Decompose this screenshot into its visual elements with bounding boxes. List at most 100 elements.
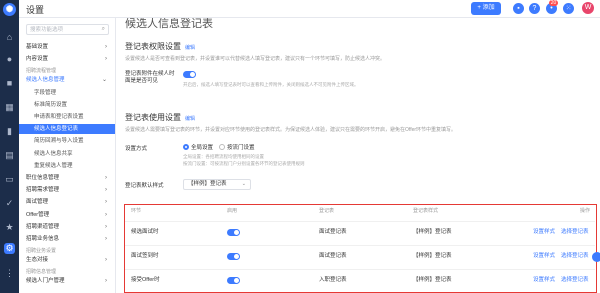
briefcase-icon[interactable]: ■ [4,78,15,89]
chevron-icon: › [105,211,107,218]
mode-all-radio[interactable]: 全局设置 [183,143,213,151]
table-name-cell: 面试登记表 [319,253,347,259]
sidebar-item[interactable]: 职位信息管理 › [19,173,115,183]
sidebar-item[interactable]: Offer管理 › [19,210,115,220]
col-header-style: 登记表样式 [413,208,439,214]
sidebar-item-label: 候选人门户管理 [26,278,65,285]
perm-description: 设置候选人是否可查看到登记表，并设置谁可以代替候选人填写登记表，建议只有一个环节… [125,56,386,62]
sidebar-item-label: Offer管理 [26,211,50,218]
sidebar-item[interactable]: 申请表和登记表设置 [19,112,115,122]
sidebar-item-label: 基础设置 [26,44,49,50]
apps-icon[interactable]: ⁙ [563,3,574,14]
mode-flow-radio[interactable]: 按流门设置 [219,143,255,151]
settings-icon[interactable]: ⚙ [4,243,15,254]
sidebar-item[interactable]: 候选人门户管理 › [19,276,115,286]
home-icon[interactable]: ⌂ [4,32,15,43]
document-icon[interactable]: ▤ [4,150,15,161]
sidebar-item[interactable]: 招聘需求管理 › [19,185,115,195]
notification-badge: 20 [549,0,558,6]
page-title: 候选人信息登记表 [125,18,213,30]
sidebar-item[interactable]: 候选人信息登记表 [19,124,115,135]
sidebar-item[interactable]: 招聘业务信息 › [19,234,115,244]
sidebar-item-label: 候选人信息共享 [34,150,73,157]
search-input[interactable]: 搜索功能选项 ⌕ [26,24,109,35]
chevron-icon: › [105,223,107,230]
sidebar-item[interactable]: 简历回溯与导入设置 [19,136,115,146]
enable-toggle[interactable] [227,277,240,284]
sidebar-item-label: 生态对接 [26,257,49,264]
chevron-icon: › [105,278,107,285]
sidebar-item-label: 简历回溯与导入设置 [34,138,84,145]
sidebar-item-label: 招聘业务信息 [26,236,60,242]
float-help-button[interactable] [592,252,600,262]
sidebar-item-label: 招聘渠道管理 [26,223,60,230]
stage-cell: 候选面试时 [131,229,159,235]
settings-sidebar: 搜索功能选项 ⌕ 基础设置 › 内容设置 › 招聘流程管理 候选人信息管理 ⌄ 字段管理 标准简历… [19,18,116,293]
chevron-icon: › [105,236,107,242]
set-style-link[interactable]: 设置样式 [533,222,555,242]
people-icon[interactable]: ● [4,54,15,65]
sidebar-item-label: 招聘需求管理 [26,187,60,194]
sidebar-item-label: 候选人信息登记表 [34,126,79,133]
choose-table-link[interactable]: 选择登记表 [561,270,589,290]
chart-icon[interactable]: ▮ [4,126,15,137]
stage-cell: 面试签到时 [131,253,159,259]
sidebar-item[interactable]: 招聘渠道管理 › [19,222,115,232]
sidebar-item[interactable]: 生态对接 › [19,255,115,265]
sidebar-item-label: 重复候选人管理 [34,162,73,169]
help-icon[interactable]: ? [529,3,540,14]
choose-table-link[interactable]: 选择登记表 [561,222,589,242]
sidebar-item-label: 申请表和登记表设置 [34,114,84,120]
sidebar-item[interactable]: 候选人信息共享 [19,149,115,159]
choose-table-link[interactable]: 选择登记表 [561,246,589,266]
grid-icon[interactable]: ⋮ [4,268,15,279]
sidebar-item-label: 标准简历设置 [34,101,68,108]
table-row: 候选面试时 面试登记表 【样例】登记表 设置样式 选择登记表 [125,221,595,241]
col-header-enabled: 启用 [227,208,238,214]
usage-edit-link[interactable]: 编辑 [185,116,195,122]
perm-title-text: 登记表权限设置 [125,42,181,51]
sidebar-item[interactable]: 内容设置 › [19,54,115,64]
col-header-table: 登记表 [319,208,335,214]
bookmark-icon[interactable]: ▪ [513,3,524,14]
sidebar-item[interactable]: 重复候选人管理 [19,161,115,171]
sidebar-item[interactable]: 标准简历设置 [19,100,115,110]
attachment-visible-label: 登记表附件在候人时 面是是否可见 [125,71,175,84]
main-content: 候选人信息登记表 登记表权限设置 编辑 设置候选人是否可查看到登记表，并设置谁可以… [116,18,600,293]
top-bar: 设置 + 添加 ▪ ? • 20 ⁙ W [19,0,600,18]
avatar[interactable]: W [582,2,594,14]
set-style-link[interactable]: 设置样式 [533,270,555,290]
message-icon[interactable]: ▭ [4,174,15,185]
add-button[interactable]: + 添加 [471,2,501,15]
default-style-select[interactable]: 【样例】登记表 ⌄ [183,179,251,190]
table-name-cell: 入职登记表 [319,277,347,283]
mode-hint-2: 按流门设置：可按流程门户分别设置各环节的登记表使用规则 [183,161,305,166]
sidebar-item[interactable]: 字段管理 [19,88,115,98]
sidebar-item-label: 候选人信息管理 [26,77,65,84]
calendar-icon[interactable]: ▦ [4,102,15,113]
app-logo[interactable]: ✺ [3,3,16,16]
chevron-icon: › [105,56,107,63]
sidebar-item-label: 招聘流程管理 [26,68,57,75]
sidebar-item[interactable]: 候选人信息管理 ⌄ [19,75,115,85]
set-style-link[interactable]: 设置样式 [533,246,555,266]
default-style-label: 登记表默认样式 [125,183,164,189]
enable-toggle[interactable] [227,253,240,260]
search-placeholder: 搜索功能选项 [30,27,64,33]
chevron-down-icon: ⌄ [241,181,246,187]
perm-section-title: 登记表权限设置 编辑 [125,41,195,52]
mode-label: 设置方式 [125,146,148,152]
usage-description: 设置候选人需要填写登记表的环节，并设置对应环节使用的登记表样式。为保证候选人体验… [125,127,457,133]
task-icon[interactable]: ✓ [4,198,15,209]
chevron-icon: › [105,199,107,206]
stage-cell: 接受Offer时 [131,277,160,283]
star-icon[interactable]: ★ [4,222,15,233]
attachment-visible-toggle[interactable] [183,71,196,78]
perm-edit-link[interactable]: 编辑 [185,45,195,51]
chevron-icon: › [105,175,107,181]
sidebar-item-label: 面试管理 [26,199,49,206]
mode-all-text: 全局设置 [191,145,214,151]
enable-toggle[interactable] [227,229,240,236]
sidebar-item[interactable]: 面试管理 › [19,197,115,207]
sidebar-item[interactable]: 基础设置 › [19,42,115,52]
